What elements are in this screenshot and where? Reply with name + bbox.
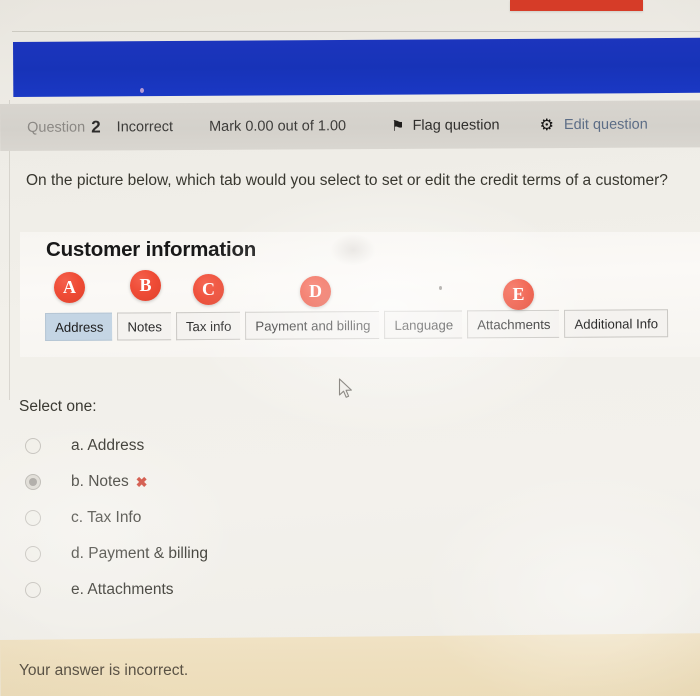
answer-option-e[interactable]: e. Attachments (19, 572, 439, 608)
mouse-cursor-icon (338, 378, 352, 398)
answer-option-d-label: d. Payment & billing (71, 545, 208, 562)
radio-option-c[interactable] (25, 510, 41, 526)
question-label: Question (27, 119, 86, 136)
answer-option-e-label: e. Attachments (71, 581, 174, 598)
tab-payment-and-billing-label: Payment and billing (255, 317, 371, 334)
banner-speck (140, 88, 144, 93)
flag-question-button[interactable]: ⚑ Flag question (391, 116, 500, 135)
tab-tax-info-label: Tax info (185, 318, 232, 334)
tab-attachments-label: Attachments (477, 316, 551, 332)
embedded-smudge (330, 234, 376, 266)
marker-e: E (503, 279, 534, 310)
answer-option-a-label: a. Address (71, 437, 145, 454)
customer-information-heading: Customer information (46, 238, 257, 261)
answer-option-c-label: c. Tax Info (71, 509, 142, 526)
customer-information-tabstrip: Address Notes Tax info Payment and billi… (45, 309, 669, 341)
tab-tax-info[interactable]: Tax info (175, 311, 241, 341)
edit-question-label: Edit question (563, 116, 648, 133)
blue-banner (13, 37, 700, 97)
tab-address[interactable]: Address (45, 312, 113, 341)
marker-a: A (54, 272, 85, 303)
tab-payment-and-billing[interactable]: Payment and billing (245, 310, 380, 340)
embedded-speck (439, 286, 442, 290)
feedback-text: Your answer is incorrect. (19, 662, 189, 679)
flag-question-label: Flag question (412, 116, 500, 134)
tab-additional-info[interactable]: Additional Info (564, 309, 669, 338)
top-hairline-divider (12, 31, 700, 32)
answer-option-a[interactable]: a. Address (19, 428, 439, 464)
question-status: Incorrect (116, 118, 174, 135)
edit-question-link[interactable]: ⚙ Edit question (540, 114, 648, 135)
question-header-bar: Question 2 Incorrect Mark 0.00 out of 1.… (0, 100, 700, 151)
marker-d: D (300, 276, 331, 307)
embedded-customer-information-image: Customer information Address Notes Tax i… (20, 232, 700, 357)
answer-option-b-label: b. Notes (71, 473, 129, 490)
select-one-prompt: Select one: (19, 398, 97, 415)
quiz-page: Question 2 Incorrect Mark 0.00 out of 1.… (0, 0, 700, 696)
tab-additional-info-label: Additional Info (574, 315, 659, 332)
radio-option-d[interactable] (25, 546, 41, 562)
marker-c: C (193, 274, 224, 305)
marker-b: B (130, 270, 161, 301)
answer-options-list: a. Address b. Notes ✖ c. Tax Info d. Pay… (19, 428, 439, 608)
question-mark: Mark 0.00 out of 1.00 (209, 117, 347, 135)
gear-icon: ⚙ (539, 116, 554, 134)
radio-option-a[interactable] (25, 438, 41, 454)
tab-language-label: Language (394, 317, 454, 333)
tab-attachments[interactable]: Attachments (467, 309, 560, 339)
radio-option-e[interactable] (25, 582, 41, 598)
radio-option-b[interactable] (25, 474, 41, 490)
answer-option-c[interactable]: c. Tax Info (19, 500, 439, 536)
tab-language[interactable]: Language (384, 310, 463, 339)
question-number: 2 (91, 116, 101, 137)
question-text: On the picture below, which tab would yo… (26, 172, 668, 189)
incorrect-mark-icon: ✖ (135, 473, 148, 490)
red-accent-bar (510, 0, 643, 11)
answer-option-b[interactable]: b. Notes ✖ (19, 464, 439, 500)
tab-notes-label: Notes (127, 318, 162, 334)
answer-option-d[interactable]: d. Payment & billing (19, 536, 439, 572)
tab-notes[interactable]: Notes (117, 312, 172, 341)
tab-address-label: Address (55, 319, 104, 335)
flag-icon: ⚑ (391, 117, 405, 135)
